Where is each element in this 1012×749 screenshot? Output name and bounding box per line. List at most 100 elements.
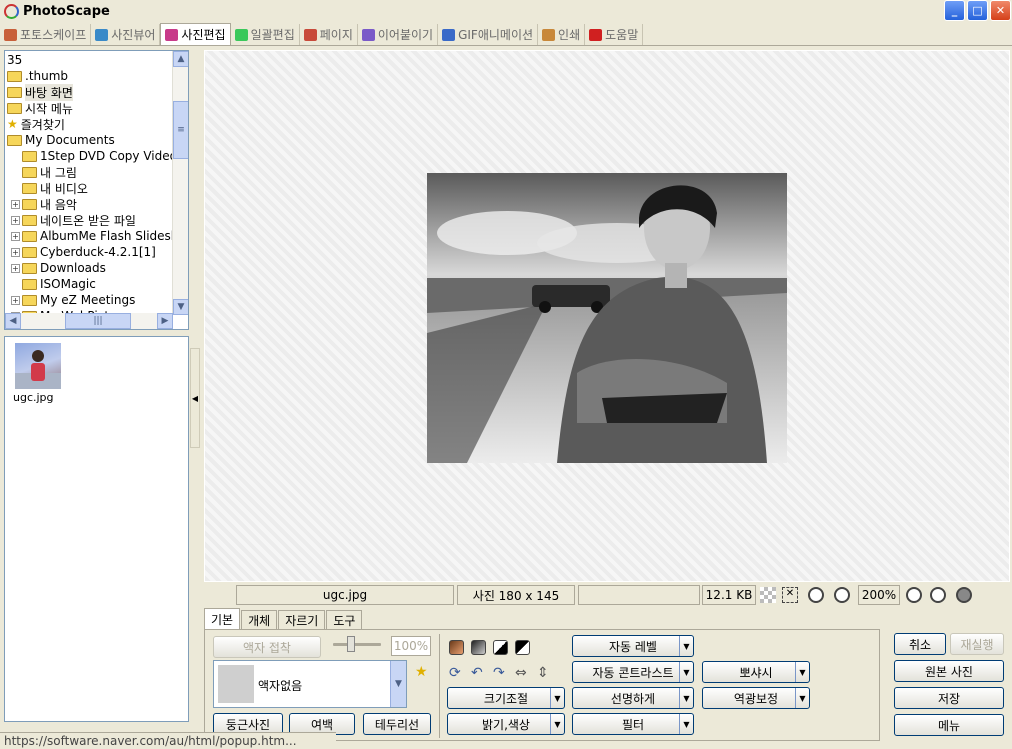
- tree-horizontal-scrollbar[interactable]: ◀ ||| ▶: [5, 313, 173, 329]
- tree-item[interactable]: My Documents: [7, 132, 115, 148]
- zoom-in-icon[interactable]: [906, 587, 922, 603]
- soft-filter-button[interactable]: 뽀샤시 ▼: [702, 661, 810, 683]
- scroll-thumb[interactable]: ≡: [173, 101, 188, 159]
- scroll-right-icon[interactable]: ▶: [157, 313, 173, 329]
- save-button[interactable]: 저장: [894, 687, 1004, 709]
- soft-filter-dropdown-icon[interactable]: ▼: [795, 662, 809, 682]
- black-white-tool-icon[interactable]: [493, 640, 508, 655]
- tree-item[interactable]: +내 비디오: [11, 180, 88, 196]
- tree-item[interactable]: +내 그림: [11, 164, 77, 180]
- auto-contrast-button[interactable]: 자동 콘트라스트 ▼: [572, 661, 694, 683]
- negative-tool-icon[interactable]: [515, 640, 530, 655]
- sharpen-button[interactable]: 선명하게 ▼: [572, 687, 694, 709]
- zoom-out-icon[interactable]: [930, 587, 946, 603]
- original-photo-button[interactable]: 원본 사진: [894, 660, 1004, 682]
- flip-horizontal-icon[interactable]: ⇔: [515, 665, 527, 681]
- folder-icon: [7, 70, 22, 82]
- rotate-tool-icon[interactable]: ⟳: [449, 665, 461, 681]
- favorite-star-icon[interactable]: ★: [415, 664, 428, 680]
- tab-combine[interactable]: 이어붙이기: [358, 24, 439, 45]
- tree-item[interactable]: + 네이트온 받은 파일: [11, 212, 136, 228]
- tree-item[interactable]: + 내 음악: [11, 196, 77, 212]
- scroll-up-icon[interactable]: ▲: [173, 51, 188, 67]
- frame-slider-handle[interactable]: [347, 636, 355, 652]
- undo-button[interactable]: 취소: [894, 633, 946, 655]
- expand-icon[interactable]: +: [11, 263, 20, 273]
- tab-label: 포토스케이프: [20, 28, 87, 42]
- tab-photoscape[interactable]: 포토스케이프: [0, 24, 92, 45]
- auto-contrast-dropdown-icon[interactable]: ▼: [679, 662, 693, 682]
- edit-tab-1[interactable]: 개체: [241, 610, 278, 630]
- fit-screen-icon[interactable]: ✕: [782, 587, 798, 603]
- scroll-down-icon[interactable]: ▼: [173, 299, 188, 315]
- tree-item[interactable]: 35: [7, 52, 22, 68]
- expand-icon[interactable]: +: [11, 231, 20, 241]
- tab-batch[interactable]: 일괄편집: [231, 24, 300, 45]
- tree-item[interactable]: +1Step DVD Copy Video: [11, 148, 177, 164]
- sharpen-dropdown-icon[interactable]: ▼: [679, 688, 693, 708]
- expand-icon[interactable]: +: [11, 295, 20, 305]
- minimize-button[interactable]: _: [944, 0, 965, 21]
- redo-button[interactable]: 재실행: [950, 633, 1004, 655]
- tree-item[interactable]: .thumb: [7, 68, 68, 84]
- tree-vertical-scrollbar[interactable]: ▲ ≡ ▼: [172, 51, 188, 315]
- tab-editor[interactable]: 사진편집: [160, 23, 231, 45]
- auto-level-button[interactable]: 자동 레벨 ▼: [572, 635, 694, 657]
- rotate-left-icon[interactable]: ↶: [471, 665, 483, 681]
- image-canvas[interactable]: [204, 50, 1010, 582]
- tree-item[interactable]: + AlbumMe Flash Slideshc: [11, 228, 185, 244]
- edit-tab-2[interactable]: 자르기: [278, 610, 326, 630]
- frame-attach-button[interactable]: 액자 접착: [213, 636, 321, 658]
- thumbnail-image[interactable]: [15, 343, 61, 389]
- expand-icon[interactable]: +: [11, 215, 20, 225]
- frame-slider-track[interactable]: [333, 643, 381, 646]
- menu-button[interactable]: 메뉴: [894, 714, 1004, 736]
- close-button[interactable]: ✕: [990, 0, 1011, 21]
- transparency-icon[interactable]: [760, 587, 776, 603]
- chevron-down-icon[interactable]: ▼: [390, 661, 406, 707]
- info-icon[interactable]: [956, 587, 972, 603]
- tree-item[interactable]: ★ 즐겨찾기: [7, 116, 65, 132]
- filter-button[interactable]: 필터 ▼: [572, 713, 694, 735]
- edit-tab-0[interactable]: 기본: [204, 608, 241, 630]
- sepia-tool-icon[interactable]: [449, 640, 464, 655]
- tab-page[interactable]: 페이지: [300, 24, 358, 45]
- brightness-button[interactable]: 밝기,색상 ▼: [447, 713, 565, 735]
- tree-item-label: Cyberduck-4.2.1[1]: [40, 245, 156, 259]
- status-filename: ugc.jpg: [236, 585, 454, 605]
- scroll-left-icon[interactable]: ◀: [5, 313, 21, 329]
- rotate-right-icon[interactable]: ↷: [493, 665, 505, 681]
- expand-icon[interactable]: +: [11, 199, 20, 209]
- tree-item[interactable]: 시작 메뉴: [7, 100, 73, 116]
- tab-viewer[interactable]: 사진뷰어: [91, 24, 161, 45]
- zoom-fit-icon[interactable]: [834, 587, 850, 603]
- maximize-button[interactable]: □: [967, 0, 988, 21]
- tree-item[interactable]: + My eZ Meetings: [11, 292, 135, 308]
- folder-tree[interactable]: 35.thumb바탕 화면시작 메뉴★즐겨찾기My Documents+1Ste…: [4, 50, 189, 330]
- tree-item[interactable]: 바탕 화면: [7, 83, 73, 101]
- auto-level-dropdown-icon[interactable]: ▼: [679, 636, 693, 656]
- brightness-dropdown-icon[interactable]: ▼: [550, 714, 564, 734]
- resize-button[interactable]: 크기조절 ▼: [447, 687, 565, 709]
- tree-item[interactable]: +ISOMagic: [11, 276, 96, 292]
- resize-dropdown-icon[interactable]: ▼: [550, 688, 564, 708]
- tab-gif[interactable]: GIF애니메이션: [438, 24, 539, 45]
- backlight-dropdown-icon[interactable]: ▼: [795, 688, 809, 708]
- thumbnail-list[interactable]: ugc.jpg: [4, 336, 189, 722]
- edit-tab-3[interactable]: 도구: [326, 610, 363, 630]
- expand-icon[interactable]: +: [11, 247, 20, 257]
- panel-collapse-handle[interactable]: ◀: [190, 348, 200, 448]
- tree-item[interactable]: + Downloads: [11, 260, 106, 276]
- backlight-button[interactable]: 역광보정 ▼: [702, 687, 810, 709]
- grayscale-tool-icon[interactable]: [471, 640, 486, 655]
- tab-print[interactable]: 인쇄: [538, 24, 586, 45]
- tab-help[interactable]: 도움말: [585, 24, 644, 45]
- hscroll-thumb[interactable]: |||: [65, 313, 131, 329]
- frame-select[interactable]: 액자없음 ▼: [213, 660, 407, 708]
- border-button[interactable]: 테두리선: [363, 713, 431, 735]
- flip-vertical-icon[interactable]: ⇕: [537, 665, 549, 681]
- filter-dropdown-icon[interactable]: ▼: [679, 714, 693, 734]
- tree-item[interactable]: + Cyberduck-4.2.1[1]: [11, 244, 156, 260]
- actual-size-icon[interactable]: [808, 587, 824, 603]
- edited-photo[interactable]: [427, 173, 787, 463]
